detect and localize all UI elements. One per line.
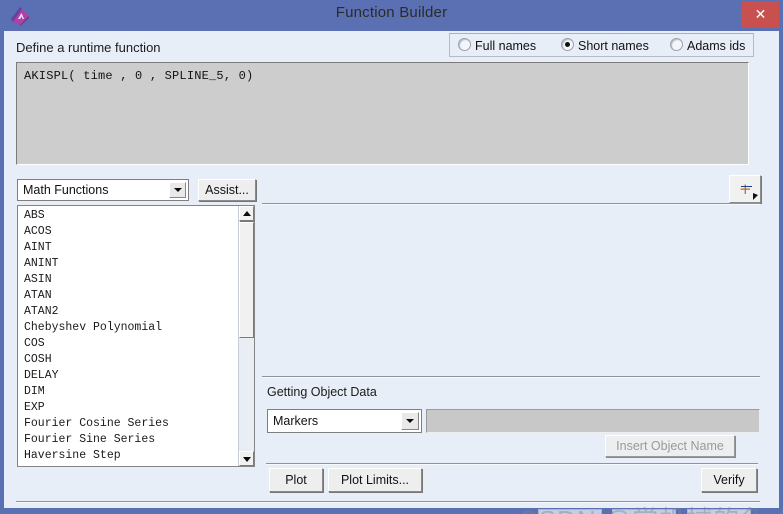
radio-adams-ids-label: Adams ids <box>687 39 746 53</box>
plus-icon: + <box>739 180 752 198</box>
separator-object-data <box>262 376 760 378</box>
window-titlebar: Function Builder ✕ <box>0 0 783 31</box>
add-function-button[interactable]: + <box>729 175 761 203</box>
list-item[interactable]: ATAN <box>18 288 236 304</box>
insert-object-name-button[interactable]: Insert Object Name <box>605 435 735 457</box>
function-expression-text: AKISPL( time , 0 , SPLINE_5, 0) <box>24 69 254 83</box>
close-icon[interactable]: ✕ <box>742 1 779 28</box>
window-title: Function Builder <box>335 4 448 21</box>
list-item[interactable]: EXP <box>18 400 236 416</box>
radio-dot-icon <box>670 38 683 51</box>
list-item[interactable]: ABS <box>18 208 236 224</box>
define-runtime-function-label: Define a runtime function <box>16 40 161 55</box>
chevron-down-icon[interactable] <box>169 182 186 198</box>
function-list[interactable]: ABS ACOS AINT ANINT ASIN ATAN ATAN2 Chebyshev P… <box>17 205 255 467</box>
name-mode-radio-group: Full names Short names Adams ids <box>449 33 754 57</box>
radio-dot-icon <box>458 38 471 51</box>
scrollbar-thumb[interactable] <box>239 222 254 338</box>
list-item[interactable]: Fourier Cosine Series <box>18 416 236 432</box>
object-name-field[interactable] <box>426 409 760 433</box>
list-item[interactable]: ASIN <box>18 272 236 288</box>
list-item[interactable]: DIM <box>18 384 236 400</box>
radio-dot-icon <box>561 38 574 51</box>
function-list-items: ABS ACOS AINT ANINT ASIN ATAN ATAN2 Chebyshev P… <box>18 208 236 464</box>
list-item[interactable]: COS <box>18 336 236 352</box>
ok-button[interactable]: OK <box>538 509 602 514</box>
function-category-select[interactable]: Math Functions <box>17 179 189 201</box>
assist-button[interactable]: Assist... <box>198 179 256 201</box>
cursor-arrow-icon <box>753 193 758 200</box>
separator-top <box>262 203 760 205</box>
plot-button[interactable]: Plot <box>269 468 323 492</box>
radio-full-names-label: Full names <box>475 39 537 53</box>
list-item[interactable]: ANINT <box>18 256 236 272</box>
list-item[interactable]: AINT <box>18 240 236 256</box>
function-category-value: Math Functions <box>23 183 109 197</box>
chevron-down-icon[interactable] <box>401 412 419 430</box>
list-item[interactable]: ATAN2 <box>18 304 236 320</box>
scroll-down-icon[interactable] <box>239 451 254 466</box>
separator-plot-row <box>266 463 758 465</box>
radio-short-names-label: Short names <box>578 39 649 53</box>
radio-adams-ids[interactable]: Adams ids <box>670 38 745 53</box>
separator-footer <box>16 501 760 503</box>
scroll-up-icon[interactable] <box>239 206 254 221</box>
cancel-button[interactable]: Cancel <box>687 509 751 514</box>
function-expression-editor[interactable]: AKISPL( time , 0 , SPLINE_5, 0) <box>16 62 749 165</box>
apply-button[interactable]: Apply <box>612 509 676 514</box>
list-item[interactable]: Fourier Sine Series <box>18 432 236 448</box>
list-item[interactable]: Chebyshev Polynomial <box>18 320 236 336</box>
list-item[interactable]: COSH <box>18 352 236 368</box>
radio-full-names[interactable]: Full names <box>458 38 536 53</box>
object-type-value: Markers <box>273 414 319 428</box>
dialog-client-area: Define a runtime function Full names Sho… <box>4 31 783 514</box>
function-list-scrollbar[interactable] <box>238 206 254 466</box>
radio-short-names[interactable]: Short names <box>561 38 649 53</box>
list-item[interactable]: DELAY <box>18 368 236 384</box>
list-item[interactable]: Haversine Step <box>18 448 236 464</box>
function-builder-window: Function Builder ✕ Define a runtime func… <box>0 0 783 514</box>
verify-button[interactable]: Verify <box>701 468 757 492</box>
list-item[interactable]: ACOS <box>18 224 236 240</box>
screenshot-root: Function Builder ✕ Define a runtime func… <box>0 0 783 514</box>
getting-object-data-label: Getting Object Data <box>267 385 377 399</box>
object-type-select[interactable]: Markers <box>267 409 422 433</box>
plot-limits-button[interactable]: Plot Limits... <box>328 468 422 492</box>
